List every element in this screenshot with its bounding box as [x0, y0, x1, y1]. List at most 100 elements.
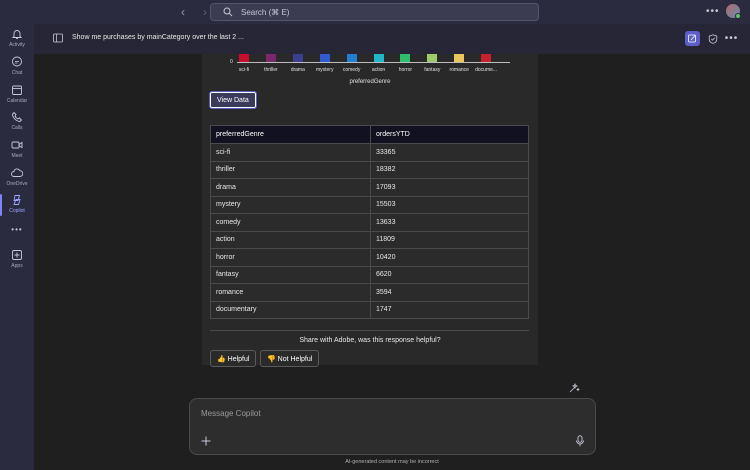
- shield-check-icon: [708, 33, 717, 44]
- table-cell: thriller: [210, 160, 371, 179]
- rail-more-button[interactable]: •••: [0, 225, 34, 237]
- table-row: thriller 18382: [210, 160, 529, 179]
- search-placeholder: Search (⌘ E): [241, 7, 290, 17]
- apps-icon: [12, 250, 22, 260]
- table-cell: 1747: [370, 300, 529, 319]
- rail-item-activity[interactable]: Activity: [0, 28, 34, 54]
- sidebar-toggle-icon[interactable]: [53, 33, 63, 43]
- table-cell: fantasy: [210, 265, 371, 284]
- table-cell: comedy: [210, 213, 371, 232]
- table-cell: romance: [210, 283, 371, 302]
- video-icon: [11, 141, 23, 149]
- rail-item-onedrive[interactable]: OneDrive: [0, 167, 34, 193]
- presence-status-icon: [735, 13, 741, 19]
- table-row: documentary 1747: [210, 300, 529, 319]
- table-cell: 17093: [370, 178, 529, 197]
- table-cell: 13633: [370, 213, 529, 232]
- feedback-question: Share with Adobe, was this response help…: [299, 337, 441, 344]
- x-tick-label: horror: [398, 67, 413, 73]
- column-header: ordersYTD: [370, 125, 529, 144]
- chat-icon: [12, 56, 22, 67]
- add-attachment-icon[interactable]: [200, 435, 212, 447]
- chart-bar[interactable]: [292, 54, 303, 62]
- table-header-row: preferredGenre ordersYTD: [210, 125, 529, 144]
- not-helpful-button[interactable]: 👎 Not Helpful: [260, 350, 320, 367]
- copilot-icon: [13, 195, 21, 205]
- x-tick-label: mystery: [315, 67, 334, 73]
- view-data-button[interactable]: View Data: [209, 91, 257, 109]
- chart-bar[interactable]: [319, 54, 330, 62]
- chat-area: 0 sci-fi thriller drama mystery comedy action…: [34, 54, 750, 470]
- table-row: comedy 13633: [210, 213, 529, 232]
- x-tick-label: thriller: [264, 67, 278, 73]
- x-tick-label: romance: [449, 67, 469, 73]
- rail-item-apps[interactable]: Apps: [0, 249, 34, 275]
- chart-bar[interactable]: [427, 54, 438, 62]
- chart-bar[interactable]: [239, 54, 249, 62]
- bell-icon: [11, 30, 23, 39]
- rail-item-label: Activity: [9, 42, 25, 48]
- table-cell: documentary: [210, 300, 371, 319]
- table-cell: 11809: [370, 230, 529, 249]
- table-cell: drama: [210, 178, 371, 197]
- rail-item-meet[interactable]: Meet: [0, 139, 34, 165]
- table-cell: action: [210, 230, 371, 249]
- avatar[interactable]: [726, 4, 741, 19]
- table-cell: 18382: [370, 160, 529, 179]
- app-rail: Activity Chat Calendar Calls Meet OneDri…: [0, 24, 34, 470]
- x-tick-label: fantasy: [424, 67, 441, 73]
- back-arrow-icon[interactable]: ‹: [177, 5, 189, 19]
- table-row: horror 10420: [210, 248, 529, 267]
- divider: [210, 330, 529, 331]
- chart-bar[interactable]: [265, 54, 276, 62]
- more-apps-icon: •••: [11, 225, 23, 234]
- message-composer[interactable]: Message Copilot: [189, 398, 596, 455]
- rail-item-label: OneDrive: [6, 181, 28, 187]
- search-icon: [223, 7, 233, 17]
- rail-item-label: Copilot: [9, 208, 25, 214]
- x-tick-label: docume...: [475, 67, 498, 73]
- table-cell: 33365: [370, 143, 529, 162]
- x-tick-label: comedy: [342, 67, 361, 73]
- new-chat-button[interactable]: [685, 31, 700, 46]
- table-row: mystery 15503: [210, 195, 529, 214]
- microphone-icon[interactable]: [575, 435, 585, 447]
- table-row: action 11809: [210, 230, 529, 249]
- phone-icon: [12, 111, 23, 122]
- rail-item-calls[interactable]: Calls: [0, 111, 34, 137]
- rail-item-label: Calendar: [6, 98, 28, 104]
- compose-icon: [688, 34, 696, 43]
- more-options-icon[interactable]: •••: [706, 6, 720, 17]
- prompt-suggestions-icon[interactable]: [568, 382, 580, 394]
- y-axis-zero-label: 0: [230, 59, 233, 65]
- table-cell: 6620: [370, 265, 529, 284]
- rail-item-chat[interactable]: Chat: [0, 56, 34, 82]
- table-row: drama 17093: [210, 178, 529, 197]
- rail-item-calendar[interactable]: Calendar: [0, 84, 34, 110]
- rail-item-label: Apps: [11, 263, 23, 269]
- message-input[interactable]: Message Copilot: [201, 409, 261, 418]
- page-title: Show me purchases by mainCategory over t…: [72, 34, 244, 41]
- chart-bar[interactable]: [454, 54, 465, 62]
- search-input[interactable]: Search (⌘ E): [210, 3, 539, 21]
- rail-item-copilot[interactable]: Copilot: [0, 194, 34, 220]
- nav-arrows: ‹ ›: [177, 5, 211, 19]
- chart-bar[interactable]: [481, 54, 492, 62]
- table-row: sci-fi 33365: [210, 143, 529, 162]
- chart-bar[interactable]: [346, 54, 357, 62]
- protection-button[interactable]: [705, 31, 720, 46]
- copilot-response-card: 0 sci-fi thriller drama mystery comedy action…: [202, 54, 538, 367]
- table-cell: horror: [210, 248, 371, 267]
- x-tick-label: drama: [290, 67, 305, 73]
- table-cell: 10420: [370, 248, 529, 267]
- chart-bar[interactable]: [373, 54, 384, 62]
- data-table: preferredGenre ordersYTD sci-fi 33365 thri…: [210, 125, 529, 319]
- header-more-icon[interactable]: •••: [724, 31, 739, 46]
- cloud-icon: [11, 168, 23, 177]
- helpful-button[interactable]: 👍 Helpful: [210, 350, 257, 367]
- column-header: preferredGenre: [210, 125, 371, 144]
- chart-bar[interactable]: [400, 54, 411, 62]
- calendar-icon: [12, 85, 22, 95]
- x-axis-title: preferredGenre: [349, 79, 391, 85]
- rail-item-label: Calls: [11, 125, 23, 131]
